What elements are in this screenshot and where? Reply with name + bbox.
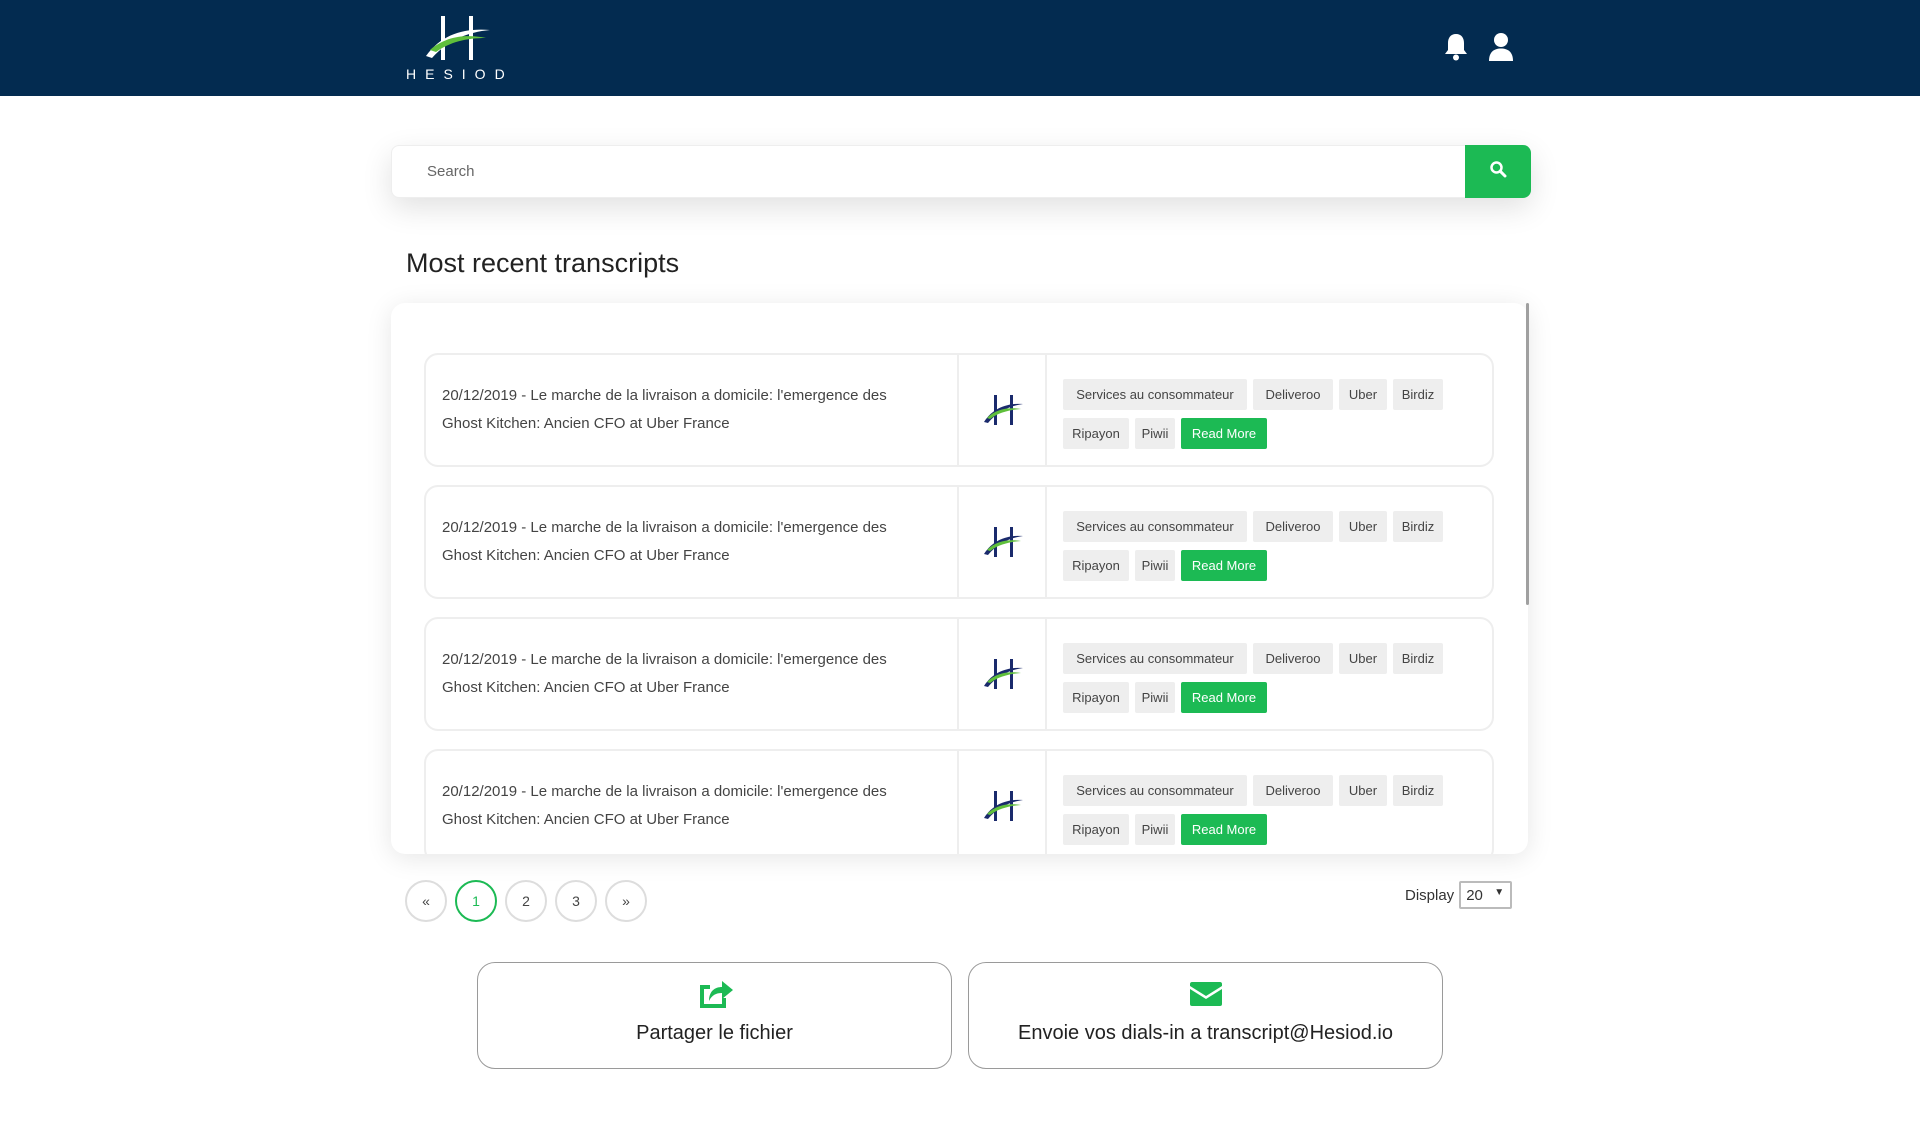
row-divider	[957, 751, 959, 854]
hesiod-logo-icon	[981, 524, 1025, 560]
tag-deliveroo[interactable]: Deliveroo	[1253, 511, 1333, 542]
transcript-title[interactable]: 20/12/2019 - Le marche de la livraison a…	[442, 487, 942, 597]
list-scrollbar[interactable]	[1526, 303, 1529, 605]
tag-piwii[interactable]: Piwii	[1135, 550, 1175, 581]
tag-services-au-consommateur[interactable]: Services au consommateur	[1063, 643, 1247, 674]
row-divider	[1045, 487, 1047, 597]
transcript-row[interactable]: 20/12/2019 - Le marche de la livraison a…	[424, 353, 1494, 467]
transcript-list: 20/12/2019 - Le marche de la livraison a…	[391, 303, 1528, 854]
transcript-title-line: 20/12/2019 - Le marche de la livraison a…	[442, 783, 887, 800]
read-more-button[interactable]: Read More	[1181, 682, 1267, 713]
display-label: Display	[1405, 886, 1455, 904]
row-divider	[957, 355, 959, 465]
tag-ripayon[interactable]: Ripayon	[1063, 682, 1129, 713]
tag-ripayon[interactable]: Ripayon	[1063, 814, 1129, 845]
row-divider	[1045, 751, 1047, 854]
share-file-button[interactable]: Partager le fichier	[477, 962, 952, 1069]
tag-uber[interactable]: Uber	[1339, 511, 1387, 542]
display-selected-value: 20	[1466, 886, 1483, 904]
search-bar	[391, 145, 1531, 198]
transcript-title-line: Ghost Kitchen: Ancien CFO at Uber France	[442, 679, 730, 696]
share-file-icon	[696, 977, 734, 1014]
tag-uber[interactable]: Uber	[1339, 643, 1387, 674]
tag-piwii[interactable]: Piwii	[1135, 814, 1175, 845]
hesiod-logo-icon	[981, 788, 1025, 824]
read-more-button[interactable]: Read More	[1181, 550, 1267, 581]
transcript-title[interactable]: 20/12/2019 - Le marche de la livraison a…	[442, 751, 942, 854]
transcript-title[interactable]: 20/12/2019 - Le marche de la livraison a…	[442, 355, 942, 465]
search-button[interactable]	[1465, 145, 1531, 198]
transcript-title[interactable]: 20/12/2019 - Le marche de la livraison a…	[442, 619, 942, 729]
tag-ripayon[interactable]: Ripayon	[1063, 418, 1129, 449]
tag-deliveroo[interactable]: Deliveroo	[1253, 643, 1333, 674]
top-navbar: HESIOD	[0, 0, 1920, 96]
envelope-icon	[1189, 977, 1223, 1012]
next-page-button[interactable]: »	[605, 880, 647, 922]
hesiod-logo-mark	[426, 16, 490, 60]
hesiod-logo[interactable]: HESIOD	[402, 12, 512, 84]
search-icon	[1489, 160, 1507, 183]
transcript-title-line: 20/12/2019 - Le marche de la livraison a…	[442, 387, 887, 404]
transcript-title-line: Ghost Kitchen: Ancien CFO at Uber France	[442, 415, 730, 432]
transcript-title-line: 20/12/2019 - Le marche de la livraison a…	[442, 651, 887, 668]
page-title: Most recent transcripts	[406, 248, 680, 278]
transcript-title-line: Ghost Kitchen: Ancien CFO at Uber France	[442, 547, 730, 564]
hesiod-logo-icon	[981, 392, 1025, 428]
tag-services-au-consommateur[interactable]: Services au consommateur	[1063, 379, 1247, 410]
page-button-1[interactable]: 1	[455, 880, 497, 922]
tag-birdiz[interactable]: Birdiz	[1393, 511, 1443, 542]
display-select[interactable]: 20 ▼	[1459, 881, 1513, 909]
tag-piwii[interactable]: Piwii	[1135, 418, 1175, 449]
email-dials-in-button[interactable]: Envoie vos dials-in a transcript@Hesiod.…	[968, 962, 1443, 1069]
row-divider	[957, 619, 959, 729]
read-more-button[interactable]: Read More	[1181, 418, 1267, 449]
tag-piwii[interactable]: Piwii	[1135, 682, 1175, 713]
row-divider	[1045, 355, 1047, 465]
tag-birdiz[interactable]: Birdiz	[1393, 379, 1443, 410]
email-dials-in-label: Envoie vos dials-in a transcript@Hesiod.…	[1018, 1022, 1393, 1044]
tag-birdiz[interactable]: Birdiz	[1393, 643, 1443, 674]
page-button-3[interactable]: 3	[555, 880, 597, 922]
transcript-row[interactable]: 20/12/2019 - Le marche de la livraison a…	[424, 749, 1494, 854]
tag-birdiz[interactable]: Birdiz	[1393, 775, 1443, 806]
transcript-title-line: Ghost Kitchen: Ancien CFO at Uber France	[442, 811, 730, 828]
tag-uber[interactable]: Uber	[1339, 775, 1387, 806]
row-divider	[1045, 619, 1047, 729]
search-input[interactable]	[392, 146, 1464, 197]
tag-services-au-consommateur[interactable]: Services au consommateur	[1063, 775, 1247, 806]
transcript-title-line: 20/12/2019 - Le marche de la livraison a…	[442, 519, 887, 536]
prev-page-button[interactable]: «	[405, 880, 447, 922]
tag-deliveroo[interactable]: Deliveroo	[1253, 775, 1333, 806]
caret-down-icon: ▼	[1494, 887, 1505, 898]
share-file-label: Partager le fichier	[636, 1022, 793, 1044]
read-more-button[interactable]: Read More	[1181, 814, 1267, 845]
tag-ripayon[interactable]: Ripayon	[1063, 550, 1129, 581]
tag-deliveroo[interactable]: Deliveroo	[1253, 379, 1333, 410]
bell-icon[interactable]	[1444, 32, 1468, 62]
display-control: Display 20 ▼	[1405, 880, 1513, 910]
row-divider	[957, 487, 959, 597]
page-button-2[interactable]: 2	[505, 880, 547, 922]
user-icon[interactable]	[1488, 32, 1514, 62]
hesiod-logo-icon	[981, 656, 1025, 692]
tag-services-au-consommateur[interactable]: Services au consommateur	[1063, 511, 1247, 542]
transcript-row[interactable]: 20/12/2019 - Le marche de la livraison a…	[424, 617, 1494, 731]
transcript-row[interactable]: 20/12/2019 - Le marche de la livraison a…	[424, 485, 1494, 599]
tag-uber[interactable]: Uber	[1339, 379, 1387, 410]
logo-wordmark: HESIOD	[406, 66, 514, 82]
